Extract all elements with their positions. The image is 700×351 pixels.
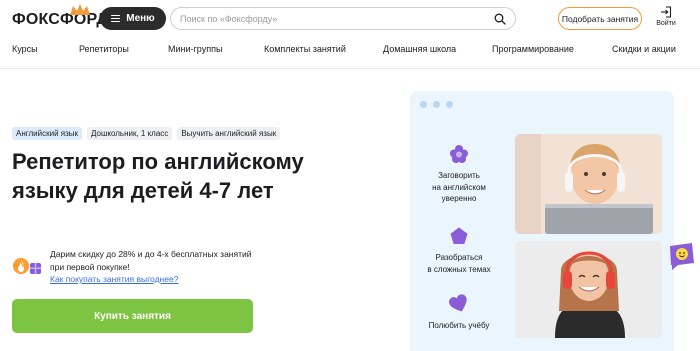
tag-preschool[interactable]: Дошкольник, 1 класс <box>87 127 173 140</box>
girl-illustration <box>515 241 662 338</box>
login-label: Войти <box>656 20 676 27</box>
title-line-2: языку для детей 4-7 лет <box>12 178 274 203</box>
logo-text: ФОКСФОРД <box>12 11 108 28</box>
pentagon-icon <box>450 227 468 244</box>
feature-understand-line-2: в сложных темах <box>427 264 491 274</box>
feature-love-line-1: Полюбить учёбу <box>428 321 490 330</box>
foxford-logo[interactable]: ФОКСФОРД <box>12 4 108 31</box>
window-dots <box>420 101 453 108</box>
heart-icon <box>449 294 467 312</box>
tag-list: Английский язык Дошкольник, 1 класс Выуч… <box>12 127 281 140</box>
feature-understand-line-1: Разобраться <box>435 253 483 262</box>
feature-speak-line-3: уверенно <box>441 194 477 203</box>
nav-item-tutors[interactable]: Репетиторы <box>79 44 129 54</box>
feature-speak: Заговорить на английском уверенно <box>410 144 508 205</box>
promo-line-2: при первой покупке! <box>50 262 130 272</box>
photo-boy-with-headphones <box>515 134 662 234</box>
burger-icon <box>111 15 121 22</box>
benefits-card: Заговорить на английском уверенно Разобр… <box>410 91 674 351</box>
main-nav: Курсы Репетиторы Мини-группы Комплекты з… <box>0 40 700 62</box>
buy-classes-button[interactable]: Купить занятия <box>12 299 253 333</box>
chat-bubble-icon[interactable] <box>666 241 696 271</box>
promo-text: Дарим скидку до 28% и до 4-х бесплатных … <box>50 248 270 274</box>
nav-item-mini-groups[interactable]: Мини-группы <box>168 44 222 54</box>
search-icon[interactable] <box>494 13 506 25</box>
login-icon <box>661 6 672 18</box>
feature-love: Полюбить учёбу <box>410 294 508 332</box>
header-divider <box>0 68 700 69</box>
header: ФОКСФОРД Меню Поиск по «Фоксфорду» Подоб… <box>0 0 700 40</box>
flower-icon <box>450 145 468 163</box>
search-placeholder: Поиск по «Фоксфорду» <box>180 13 278 24</box>
feature-understand: Разобраться в сложных темах <box>410 226 508 275</box>
nav-item-programming[interactable]: Программирование <box>492 44 574 54</box>
gift-fire-icon <box>13 258 41 274</box>
feature-speak-line-2: на английском <box>432 182 486 192</box>
nav-item-discounts[interactable]: Скидки и акции <box>612 44 676 54</box>
menu-button-label: Меню <box>126 13 155 24</box>
promo-line-1: Дарим скидку до 28% и до 4-х бесплатных … <box>50 249 252 259</box>
search-input[interactable]: Поиск по «Фоксфорду» <box>170 7 516 30</box>
nav-item-home-school[interactable]: Домашняя школа <box>383 44 456 54</box>
promo-link[interactable]: Как покупать занятия выгоднее? <box>50 274 178 284</box>
tag-english[interactable]: Английский язык <box>12 127 83 140</box>
feature-speak-line-1: Заговорить <box>438 171 480 180</box>
boy-illustration <box>515 134 662 234</box>
fox-crown-icon <box>70 4 90 15</box>
photo-girl-with-headphones <box>515 241 662 338</box>
nav-item-courses[interactable]: Курсы <box>12 44 38 54</box>
page-title: Репетитор по английскому языку для детей… <box>12 147 342 205</box>
title-line-1: Репетитор по английскому <box>12 149 304 174</box>
menu-button[interactable]: Меню <box>100 7 166 30</box>
pick-classes-button[interactable]: Подобрать занятия <box>558 7 642 30</box>
tag-learn-english[interactable]: Выучить английский язык <box>177 127 281 140</box>
nav-item-class-bundles[interactable]: Комплекты занятий <box>264 44 346 54</box>
login-button[interactable]: Войти <box>652 6 680 34</box>
